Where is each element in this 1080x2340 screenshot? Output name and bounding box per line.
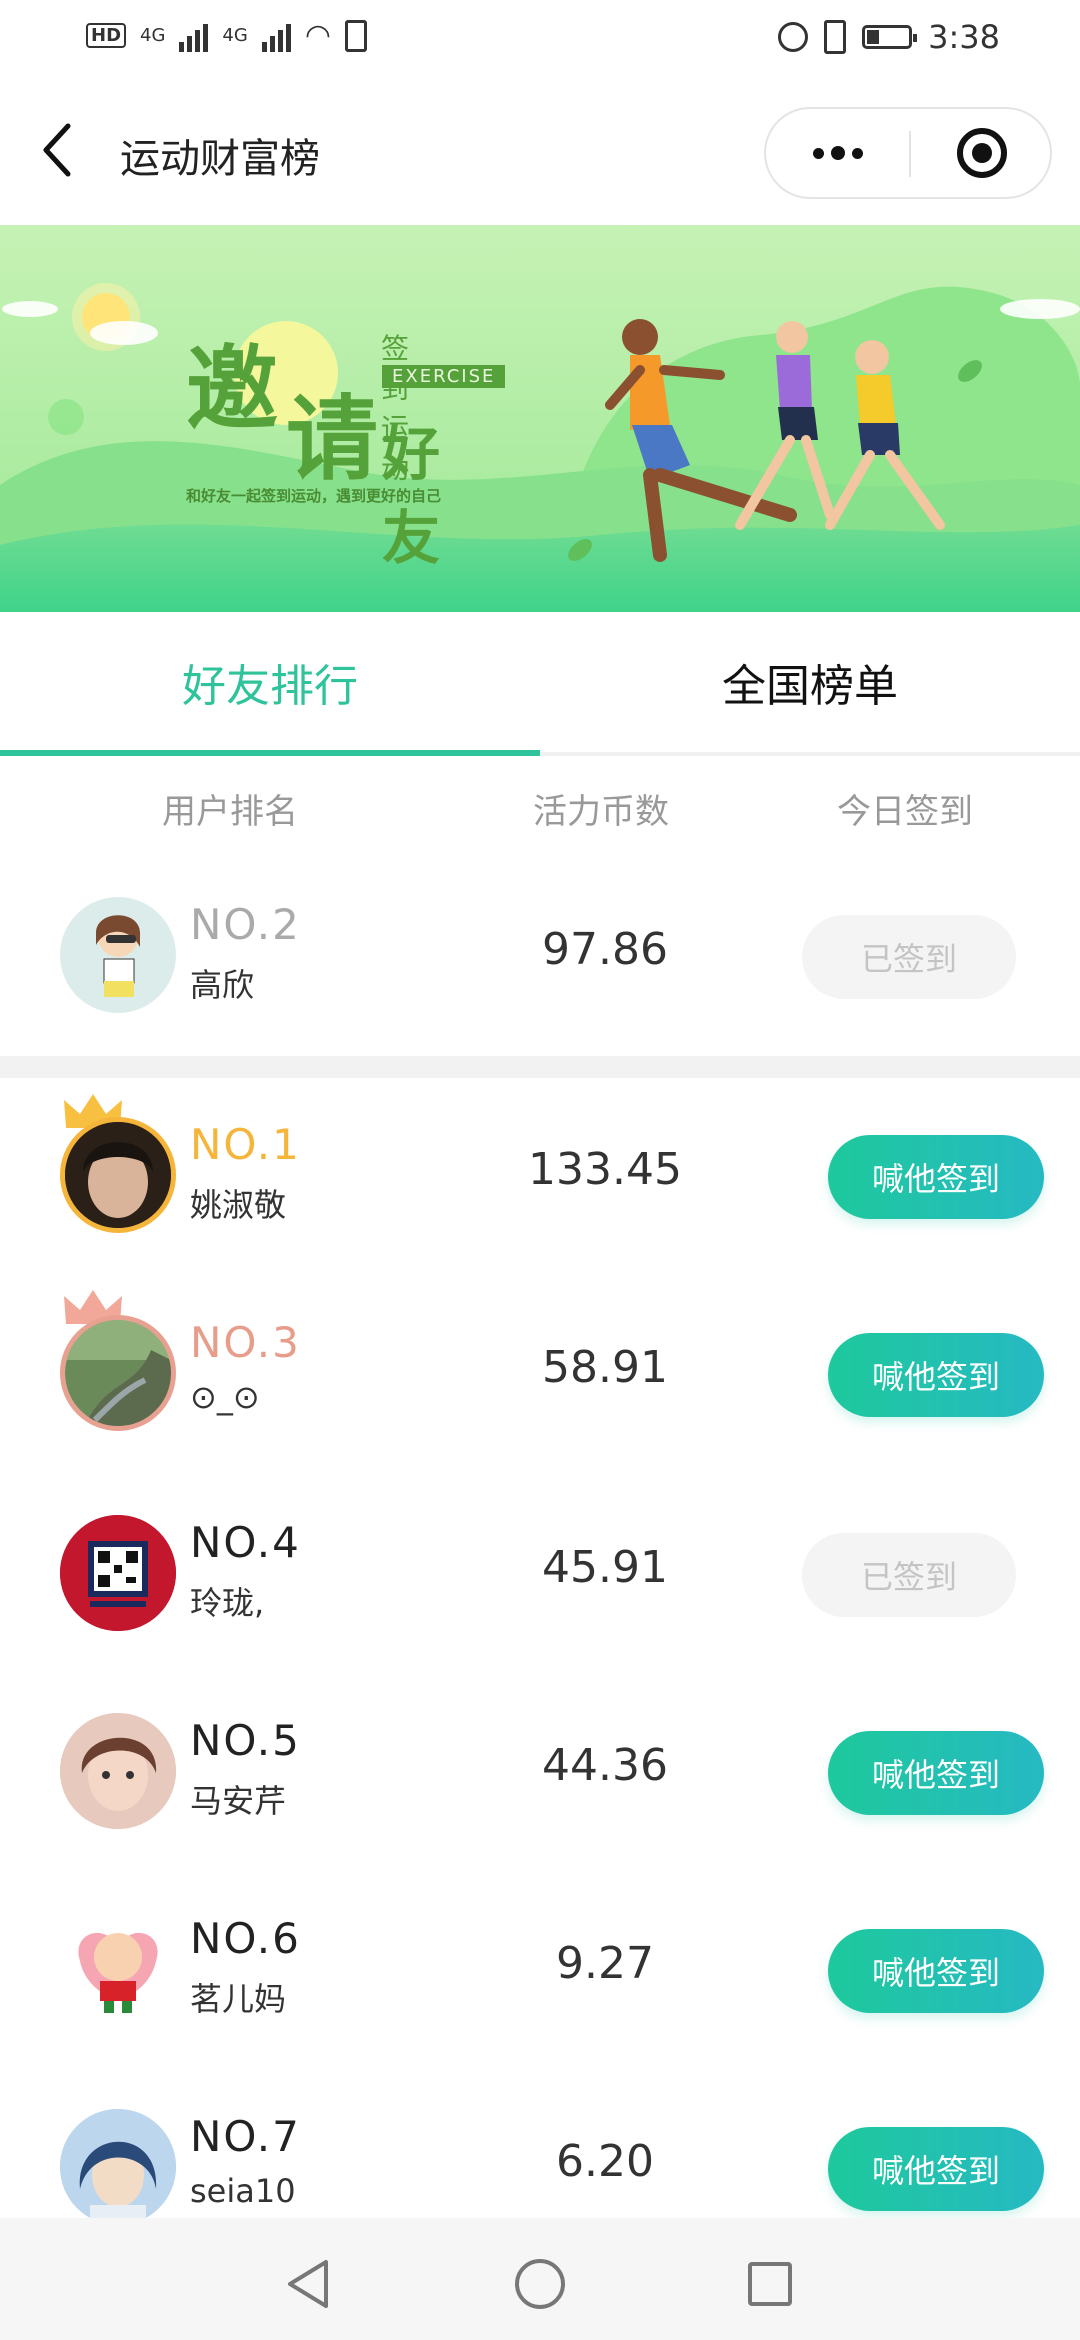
- banner-subtitle: 和好友一起签到运动，遇到更好的自己: [186, 487, 442, 505]
- header-coins: 活力币数: [533, 792, 669, 832]
- user-name: 姚淑敬: [190, 1186, 287, 1224]
- signal-icon-2: [261, 20, 291, 52]
- user-name: ⊙_⊙: [190, 1378, 260, 1416]
- checked-in-badge: 已签到: [802, 1533, 1016, 1617]
- avatar: [60, 2109, 176, 2225]
- header-checkin: 今日签到: [837, 792, 973, 832]
- rank-label: NO.4: [190, 1518, 301, 1567]
- more-icon[interactable]: [766, 109, 909, 197]
- section-divider: [0, 1056, 1080, 1078]
- user-name: seia10: [190, 2172, 296, 2210]
- status-bar: HD 4G 4G ◠ 3:38: [0, 0, 1080, 80]
- remind-checkin-button[interactable]: 喊他签到: [828, 1135, 1044, 1219]
- upload-icon: [345, 19, 368, 52]
- rank-label: NO.6: [190, 1914, 301, 1963]
- user-name: 玲珑,: [190, 1584, 265, 1622]
- remind-checkin-button[interactable]: 喊他签到: [828, 2127, 1044, 2211]
- hd-icon: HD: [86, 23, 127, 48]
- page-title: 运动财富榜: [120, 136, 320, 182]
- wifi-icon: ◠: [304, 18, 332, 53]
- coin-count: 58.91: [542, 1342, 668, 1393]
- back-icon[interactable]: [38, 120, 78, 180]
- coin-count: 97.86: [542, 924, 668, 975]
- status-left: HD 4G 4G ◠: [86, 18, 368, 53]
- banner-badge: EXERCISE: [382, 365, 506, 388]
- checked-in-badge: 已签到: [802, 915, 1016, 999]
- remind-checkin-button[interactable]: 喊他签到: [828, 1333, 1044, 1417]
- avatar: [60, 1117, 176, 1233]
- avatar: [60, 1713, 176, 1829]
- net2-label: 4G: [222, 25, 248, 46]
- system-nav-bar: [0, 2218, 1080, 2340]
- remind-checkin-button[interactable]: 喊他签到: [828, 1731, 1044, 1815]
- status-right: 3:38: [778, 18, 1000, 56]
- net1-label: 4G: [140, 25, 166, 46]
- battery-icon: [862, 25, 918, 49]
- coin-count: 45.91: [542, 1542, 668, 1593]
- list-item[interactable]: NO.5 马安芹 44.36 喊他签到: [0, 1678, 1080, 1868]
- alarm-icon: [778, 22, 809, 52]
- banner-char1: 邀: [186, 336, 279, 443]
- list-item[interactable]: NO.1 姚淑敬 133.45 喊他签到: [0, 1082, 1080, 1272]
- list-item[interactable]: NO.4 玲珑, 45.91 已签到: [0, 1480, 1080, 1670]
- remind-checkin-button[interactable]: 喊他签到: [828, 1929, 1044, 2013]
- rank-label: NO.7: [190, 2112, 301, 2161]
- rank-label: NO.5: [190, 1716, 301, 1765]
- tab-national[interactable]: 全国榜单: [540, 612, 1080, 752]
- close-miniprogram-icon[interactable]: [911, 109, 1052, 197]
- rank-label: NO.3: [190, 1318, 301, 1367]
- back-triangle-icon[interactable]: [280, 2254, 340, 2314]
- tab-bar: 好友排行 全国榜单: [0, 612, 1080, 757]
- coin-count: 6.20: [556, 2136, 654, 2187]
- rank-label: NO.2: [190, 900, 301, 949]
- list-item[interactable]: NO.3 ⊙_⊙ 58.91 喊他签到: [0, 1280, 1080, 1470]
- coin-count: 44.36: [542, 1740, 668, 1791]
- status-time: 3:38: [928, 18, 1000, 56]
- vibrate-icon: [824, 20, 847, 54]
- header-rank: 用户排名: [162, 792, 298, 832]
- list-item[interactable]: NO.6 茗儿妈 9.27 喊他签到: [0, 1876, 1080, 2066]
- avatar: [60, 897, 176, 1013]
- nav-bar: 运动财富榜: [0, 80, 1080, 225]
- user-name: 高欣: [190, 966, 255, 1004]
- home-circle-icon[interactable]: [510, 2254, 570, 2314]
- avatar: [60, 1315, 176, 1431]
- capsule-menu: [764, 107, 1052, 199]
- avatar: [60, 1911, 176, 2027]
- user-name: 茗儿妈: [190, 1980, 287, 2018]
- banner-char2: 请: [286, 386, 379, 493]
- invite-banner[interactable]: 邀 请 签到运动 EXERCISE 好友 和好友一起签到运动，遇到更好的自己: [0, 225, 1080, 612]
- banner-illustration: [0, 225, 1080, 612]
- self-row[interactable]: NO.2 高欣 97.86 已签到: [0, 862, 1080, 1052]
- tab-friends[interactable]: 好友排行: [0, 612, 540, 752]
- user-name: 马安芹: [190, 1782, 287, 1820]
- tab-indicator: [0, 750, 540, 756]
- avatar: [60, 1515, 176, 1631]
- recents-square-icon[interactable]: [740, 2254, 800, 2314]
- coin-count: 133.45: [528, 1144, 682, 1195]
- coin-count: 9.27: [556, 1938, 654, 1989]
- signal-icon: [179, 20, 209, 52]
- rank-label: NO.1: [190, 1120, 301, 1169]
- column-headers: 用户排名 活力币数 今日签到: [0, 760, 1080, 860]
